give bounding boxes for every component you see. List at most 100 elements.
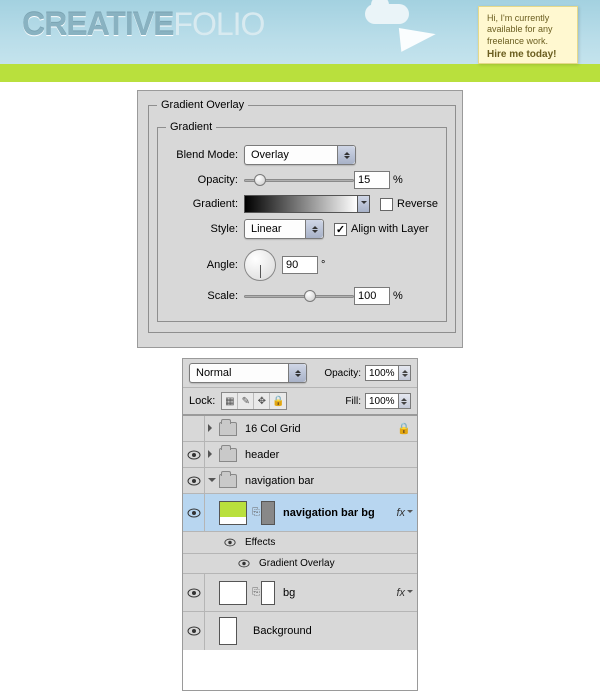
- layer-row-bg[interactable]: ⎘ bg fx: [183, 574, 417, 612]
- effects-label: Effects: [245, 537, 275, 548]
- angle-deg: °: [321, 259, 325, 271]
- layers-panel: Normal Opacity: Lock: ▦ ✎ ✥ 🔒 Fill: 16 C…: [182, 358, 418, 691]
- legend-gradient-overlay: Gradient Overlay: [157, 99, 248, 111]
- logo-left: CREATIVE: [22, 6, 173, 42]
- visibility-toggle[interactable]: [183, 416, 205, 441]
- gradient-label: Gradient:: [166, 198, 238, 210]
- gradient-overlay-fieldset: Gradient Overlay Gradient Blend Mode: Ov…: [148, 99, 456, 333]
- select-arrows-icon: [305, 220, 323, 238]
- opacity-input[interactable]: [354, 171, 390, 189]
- select-arrows-icon: [337, 146, 355, 164]
- layer-row-grid[interactable]: 16 Col Grid 🔒: [183, 416, 417, 442]
- effect-name: Gradient Overlay: [259, 558, 335, 569]
- layer-row-nav[interactable]: navigation bar: [183, 468, 417, 494]
- lock-icon: 🔒: [397, 422, 411, 435]
- folder-icon: [219, 422, 237, 436]
- gradient-fieldset: Gradient Blend Mode: Overlay Opacity: % …: [157, 121, 447, 322]
- reverse-label: Reverse: [397, 198, 438, 210]
- style-select[interactable]: Linear: [244, 219, 324, 239]
- disclosure-triangle-icon[interactable]: [205, 475, 219, 487]
- sticky-note[interactable]: Hi, I'm currently available for any free…: [478, 6, 578, 64]
- layer-name: navigation bar: [245, 475, 417, 487]
- reverse-checkbox[interactable]: [380, 198, 393, 211]
- blend-mode-label: Blend Mode:: [166, 149, 238, 161]
- layer-name: navigation bar bg: [283, 507, 396, 519]
- angle-input[interactable]: [282, 256, 318, 274]
- fx-disclosure-icon[interactable]: [407, 507, 417, 519]
- layer-thumbnail[interactable]: [219, 617, 237, 645]
- layer-blend-select[interactable]: Normal: [189, 363, 307, 383]
- folder-icon: [219, 448, 237, 462]
- layers-empty-area: [183, 650, 417, 690]
- lock-buttons[interactable]: ▦ ✎ ✥ 🔒: [221, 392, 287, 410]
- layer-name: header: [245, 449, 417, 461]
- folder-icon: [219, 474, 237, 488]
- scale-slider[interactable]: [244, 289, 354, 303]
- site-banner: CREATIVEFOLIO Hi, I'm currently availabl…: [0, 0, 600, 82]
- layer-name: 16 Col Grid: [245, 423, 397, 435]
- align-label: Align with Layer: [351, 223, 429, 235]
- sticky-cta: Hire me today!: [487, 49, 569, 62]
- scale-pct: %: [393, 290, 403, 302]
- layer-effects-row[interactable]: Effects: [183, 532, 417, 554]
- select-arrows-icon: [288, 364, 306, 382]
- layer-name: Background: [253, 625, 417, 637]
- blend-mode-select[interactable]: Overlay: [244, 145, 356, 165]
- style-label: Style:: [166, 223, 238, 235]
- angle-dial[interactable]: [244, 249, 276, 281]
- logo: CREATIVEFOLIO: [22, 8, 264, 40]
- layer-thumbnail[interactable]: [219, 501, 247, 525]
- gradient-overlay-panel: Gradient Overlay Gradient Blend Mode: Ov…: [137, 90, 463, 348]
- gradient-dropdown-button[interactable]: [358, 195, 370, 213]
- style-value: Linear: [251, 223, 282, 235]
- link-icon: ⎘: [251, 587, 261, 598]
- disclosure-triangle-icon[interactable]: [205, 423, 219, 435]
- scale-input[interactable]: [354, 287, 390, 305]
- blend-mode-value: Overlay: [251, 149, 289, 161]
- visibility-toggle[interactable]: [183, 574, 205, 611]
- paper-plane-icon: [399, 24, 437, 52]
- fill-stepper[interactable]: [399, 393, 411, 409]
- layer-name: bg: [283, 587, 396, 599]
- layer-mask-thumbnail[interactable]: [261, 501, 275, 525]
- visibility-toggle[interactable]: [235, 559, 253, 568]
- layer-effect-gradient-overlay[interactable]: Gradient Overlay: [183, 554, 417, 574]
- logo-right: FOLIO: [173, 6, 264, 42]
- fx-disclosure-icon[interactable]: [407, 587, 417, 599]
- visibility-toggle[interactable]: [183, 442, 205, 467]
- sticky-text: Hi, I'm currently available for any free…: [487, 13, 553, 46]
- lock-label: Lock:: [189, 395, 215, 407]
- layer-opacity-input[interactable]: [365, 365, 399, 381]
- scale-label: Scale:: [166, 290, 238, 302]
- layer-row-nav-bg[interactable]: ⎘ navigation bar bg fx: [183, 494, 417, 532]
- cloud-icon: [365, 4, 409, 24]
- layer-thumbnail[interactable]: [219, 581, 247, 605]
- link-icon: ⎘: [251, 507, 261, 518]
- opacity-label: Opacity:: [166, 174, 238, 186]
- layer-blend-value: Normal: [196, 367, 231, 379]
- visibility-toggle[interactable]: [183, 494, 205, 531]
- layer-row-background[interactable]: Background: [183, 612, 417, 650]
- lock-position-icon[interactable]: ✥: [254, 393, 270, 409]
- legend-gradient: Gradient: [166, 121, 216, 133]
- fx-badge[interactable]: fx: [396, 587, 407, 599]
- visibility-toggle[interactable]: [221, 538, 239, 547]
- layer-opacity-label: Opacity:: [324, 368, 361, 379]
- fill-input[interactable]: [365, 393, 399, 409]
- disclosure-triangle-icon[interactable]: [205, 449, 219, 461]
- layer-opacity-stepper[interactable]: [399, 365, 411, 381]
- layer-row-header[interactable]: header: [183, 442, 417, 468]
- opacity-slider[interactable]: [244, 173, 354, 187]
- lock-paint-icon[interactable]: ✎: [238, 393, 254, 409]
- opacity-pct: %: [393, 174, 403, 186]
- lock-transparency-icon[interactable]: ▦: [222, 393, 238, 409]
- fx-badge[interactable]: fx: [396, 507, 407, 519]
- lock-all-icon[interactable]: 🔒: [270, 393, 286, 409]
- align-checkbox[interactable]: [334, 223, 347, 236]
- angle-label: Angle:: [166, 259, 238, 271]
- gradient-swatch[interactable]: [244, 195, 358, 213]
- layer-mask-thumbnail[interactable]: [261, 581, 275, 605]
- visibility-toggle[interactable]: [183, 612, 205, 650]
- fill-label: Fill:: [345, 396, 361, 407]
- visibility-toggle[interactable]: [183, 468, 205, 493]
